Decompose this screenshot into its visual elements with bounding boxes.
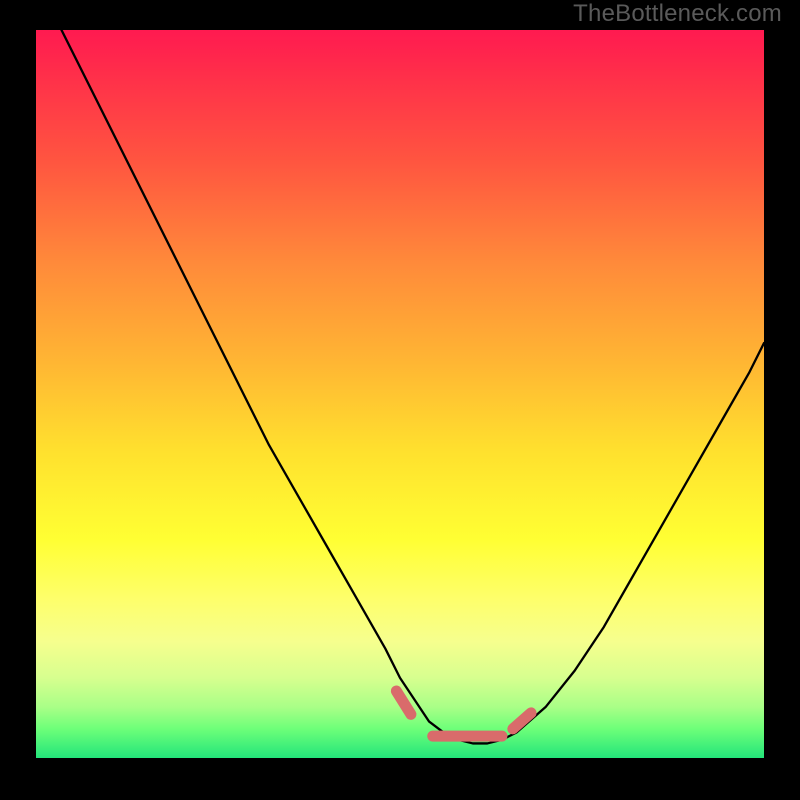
watermark-text: TheBottleneck.com bbox=[573, 0, 782, 28]
marker-segment bbox=[396, 691, 411, 714]
marker-segment bbox=[513, 713, 531, 729]
optimal-band-markers bbox=[396, 691, 531, 736]
chart-container: TheBottleneck.com bbox=[0, 0, 800, 800]
plot-area bbox=[36, 30, 764, 758]
bottleneck-curve bbox=[36, 0, 764, 743]
curve-svg bbox=[36, 30, 764, 758]
